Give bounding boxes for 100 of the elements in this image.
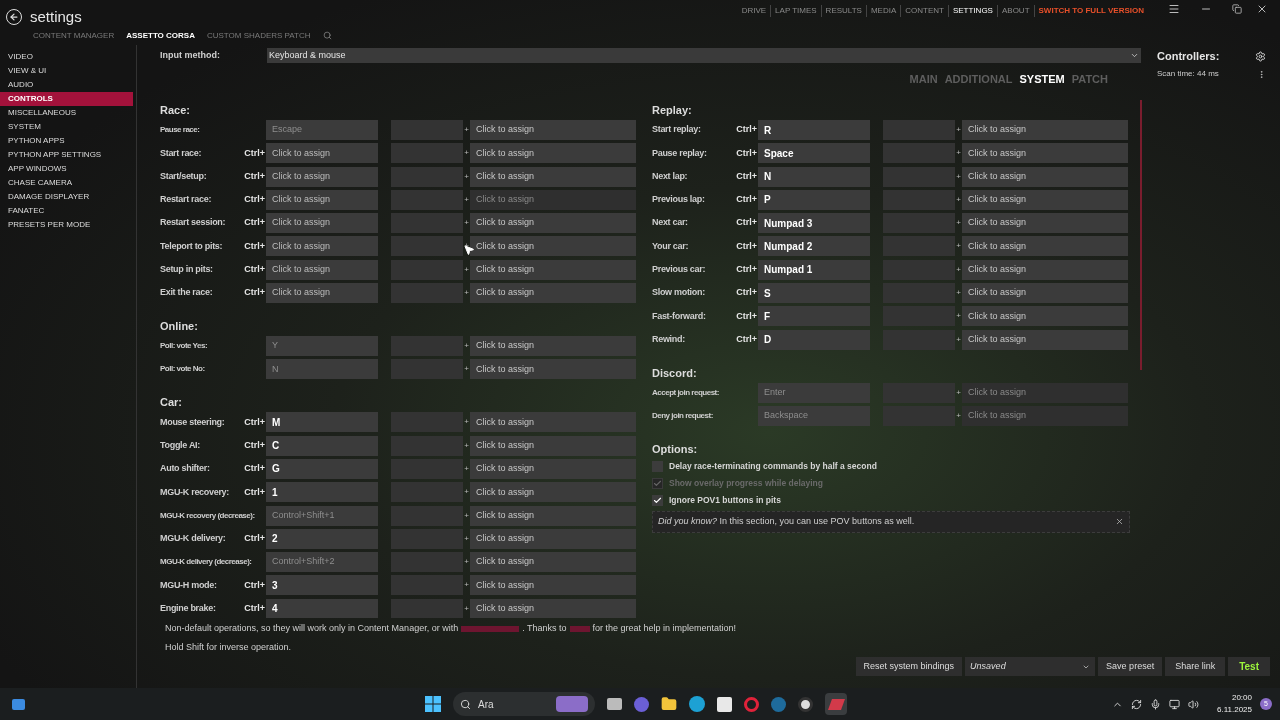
modifier-field[interactable] xyxy=(391,166,463,187)
key-field[interactable]: F xyxy=(758,306,870,327)
assign-field[interactable]: Click to assign xyxy=(470,552,636,573)
assign-field[interactable]: Click to assign xyxy=(962,189,1128,210)
subtab[interactable]: CONTENT MANAGER xyxy=(33,29,115,42)
assign-field[interactable]: Click to assign xyxy=(962,306,1128,327)
start-icon[interactable] xyxy=(425,696,441,712)
key-field[interactable]: Numpad 1 xyxy=(758,259,870,280)
key-field[interactable]: R xyxy=(758,120,870,140)
settings-icon[interactable] xyxy=(1255,50,1266,62)
assign-field[interactable]: Click to assign xyxy=(962,213,1128,234)
key-field[interactable]: S xyxy=(758,283,870,304)
key-field[interactable]: Backspace xyxy=(758,405,870,426)
sidebar-item[interactable]: DAMAGE DISPLAYER xyxy=(0,190,133,204)
menu-icon[interactable] xyxy=(1168,3,1180,15)
modifier-field[interactable] xyxy=(391,259,463,280)
assign-field[interactable]: Click to assign xyxy=(962,120,1128,140)
modifier-field[interactable] xyxy=(391,552,463,573)
modifier-field[interactable] xyxy=(391,120,463,140)
key-field[interactable]: P xyxy=(758,189,870,210)
sidebar-item[interactable]: PYTHON APP SETTINGS xyxy=(0,148,133,162)
assign-field[interactable]: Click to assign xyxy=(962,283,1128,304)
nav-link[interactable]: DRIVE xyxy=(737,5,771,17)
assign-field[interactable]: Click to assign xyxy=(470,505,636,526)
modifier-field[interactable] xyxy=(883,143,955,164)
key-field[interactable]: Control+Shift+1 xyxy=(266,505,378,526)
modifier-field[interactable] xyxy=(883,236,955,257)
modifier-field[interactable] xyxy=(391,359,463,380)
subtab[interactable]: ASSETTO CORSA xyxy=(126,29,195,42)
volume-icon[interactable] xyxy=(1188,698,1199,710)
modifier-field[interactable] xyxy=(391,482,463,503)
key-field[interactable]: Click to assign xyxy=(266,283,378,304)
assign-field[interactable]: Click to assign xyxy=(470,213,636,234)
checkbox[interactable] xyxy=(652,494,663,506)
search-field[interactable]: Ara xyxy=(453,692,595,716)
nav-link[interactable]: RESULTS xyxy=(820,5,866,17)
key-field[interactable]: N xyxy=(266,359,378,380)
assign-field[interactable]: Click to assign xyxy=(470,143,636,164)
nav-link[interactable]: SETTINGS xyxy=(947,5,997,17)
key-field[interactable]: G xyxy=(266,458,378,479)
assign-field[interactable]: Click to assign xyxy=(470,435,636,456)
key-field[interactable]: Control+Shift+2 xyxy=(266,552,378,573)
sidebar-item[interactable]: PRESETS PER MODE xyxy=(0,218,133,232)
assign-field[interactable]: Click to assign xyxy=(470,598,636,618)
assign-field[interactable]: Click to assign xyxy=(470,412,636,433)
modifier-field[interactable] xyxy=(391,505,463,526)
key-field[interactable]: D xyxy=(758,329,870,350)
modifier-field[interactable] xyxy=(883,166,955,187)
modifier-field[interactable] xyxy=(883,189,955,210)
key-field[interactable]: 4 xyxy=(266,598,378,618)
sidebar-item[interactable]: PYTHON APPS xyxy=(0,134,133,148)
sidebar-item[interactable]: VIEW & UI xyxy=(0,64,133,78)
modifier-field[interactable] xyxy=(391,575,463,596)
key-field[interactable]: Numpad 2 xyxy=(758,236,870,257)
key-field[interactable]: Enter xyxy=(758,382,870,403)
sidebar-item[interactable]: FANATEC xyxy=(0,204,133,218)
save-preset-button[interactable]: Save preset xyxy=(1098,657,1163,676)
key-field[interactable]: N xyxy=(758,166,870,187)
microphone-icon[interactable] xyxy=(1150,698,1161,710)
sidebar-item[interactable]: AUDIO xyxy=(0,78,133,92)
checkbox[interactable] xyxy=(652,460,663,472)
modifier-field[interactable] xyxy=(391,189,463,210)
test-button[interactable]: Test xyxy=(1228,657,1270,676)
key-field[interactable]: Numpad 3 xyxy=(758,213,870,234)
key-field[interactable]: Y xyxy=(266,336,378,357)
key-field[interactable]: 2 xyxy=(266,528,378,549)
link-mark[interactable] xyxy=(461,625,520,632)
sidebar-item[interactable]: CHASE CAMERA xyxy=(0,176,133,190)
folder-icon[interactable] xyxy=(661,696,677,712)
sidebar-item[interactable]: SYSTEM xyxy=(0,120,133,134)
modifier-field[interactable] xyxy=(391,213,463,234)
assign-field[interactable]: Click to assign xyxy=(962,166,1128,187)
key-field[interactable]: Click to assign xyxy=(266,236,378,257)
assign-field[interactable]: Click to assign xyxy=(470,120,636,140)
key-field[interactable]: Click to assign xyxy=(266,259,378,280)
assign-field[interactable]: Click to assign xyxy=(470,336,636,357)
assign-field[interactable]: Click to assign xyxy=(962,143,1128,164)
assign-field[interactable]: Click to assign xyxy=(470,575,636,596)
sidebar-item[interactable]: MISCELLANEOUS xyxy=(0,106,133,120)
assign-field[interactable]: Click to assign xyxy=(470,482,636,503)
key-field[interactable]: Click to assign xyxy=(266,166,378,187)
key-field[interactable]: Space xyxy=(758,143,870,164)
modifier-field[interactable] xyxy=(391,336,463,357)
nav-link[interactable]: ABOUT xyxy=(996,5,1034,17)
sidebar-item[interactable]: VIDEO xyxy=(0,50,133,64)
assign-field[interactable]: Click to assign xyxy=(470,283,636,304)
key-field[interactable]: Click to assign xyxy=(266,213,378,234)
input-method-dropdown[interactable]: Keyboard & mouse xyxy=(267,48,1141,63)
preset-dropdown[interactable]: Unsaved xyxy=(965,657,1096,676)
assign-field[interactable]: Click to assign xyxy=(470,259,636,280)
modifier-field[interactable] xyxy=(391,283,463,304)
key-field[interactable]: Click to assign xyxy=(266,143,378,164)
scrollbar[interactable] xyxy=(1140,100,1142,370)
assign-field[interactable]: Click to assign xyxy=(962,259,1128,280)
assign-field[interactable]: Click to assign xyxy=(470,359,636,380)
assign-field[interactable]: Click to assign xyxy=(962,236,1128,257)
modifier-field[interactable] xyxy=(883,120,955,140)
close-icon[interactable] xyxy=(1256,3,1268,15)
assign-field[interactable]: Click to assign xyxy=(962,329,1128,350)
modifier-field[interactable] xyxy=(391,236,463,257)
